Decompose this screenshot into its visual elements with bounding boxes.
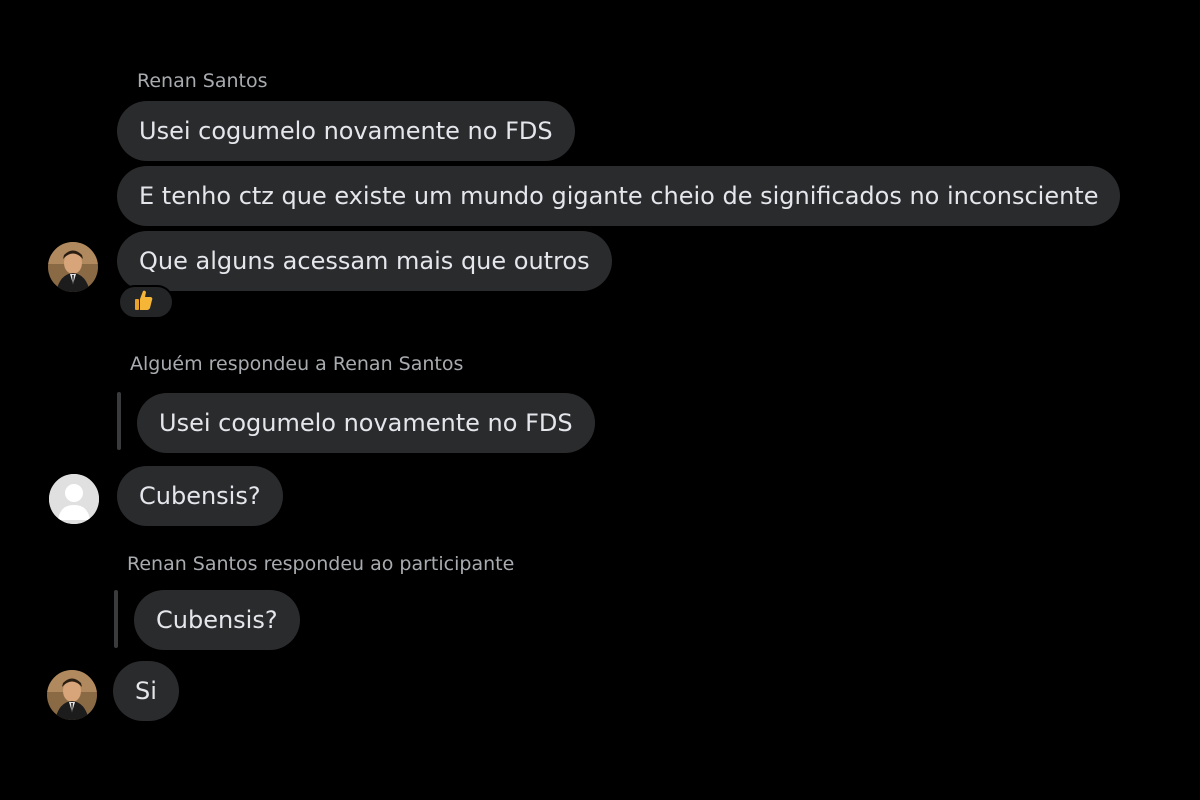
message-bubble[interactable]: E tenho ctz que existe um mundo gigante … xyxy=(117,166,1121,226)
quoted-message-bubble[interactable]: Cubensis? xyxy=(134,590,300,650)
thumbs-up-icon xyxy=(134,289,154,315)
message-bubble[interactable]: Cubensis? xyxy=(117,466,283,526)
message-bubble[interactable]: Usei cogumelo novamente no FDS xyxy=(117,101,575,161)
reply-bar xyxy=(114,590,118,648)
quoted-message-bubble[interactable]: Usei cogumelo novamente no FDS xyxy=(137,393,595,453)
avatar-default[interactable] xyxy=(49,474,99,524)
message-bubble[interactable]: Si xyxy=(113,661,179,721)
reply-label: Renan Santos respondeu ao participante xyxy=(127,553,515,575)
reaction-badge[interactable] xyxy=(118,285,174,319)
avatar-renan[interactable] xyxy=(48,242,98,292)
reply-label: Alguém respondeu a Renan Santos xyxy=(130,353,464,375)
message-bubble[interactable]: Que alguns acessam mais que outros xyxy=(117,231,612,291)
reply-bar xyxy=(117,392,121,450)
sender-name: Renan Santos xyxy=(137,70,268,92)
avatar-renan[interactable] xyxy=(47,670,97,720)
